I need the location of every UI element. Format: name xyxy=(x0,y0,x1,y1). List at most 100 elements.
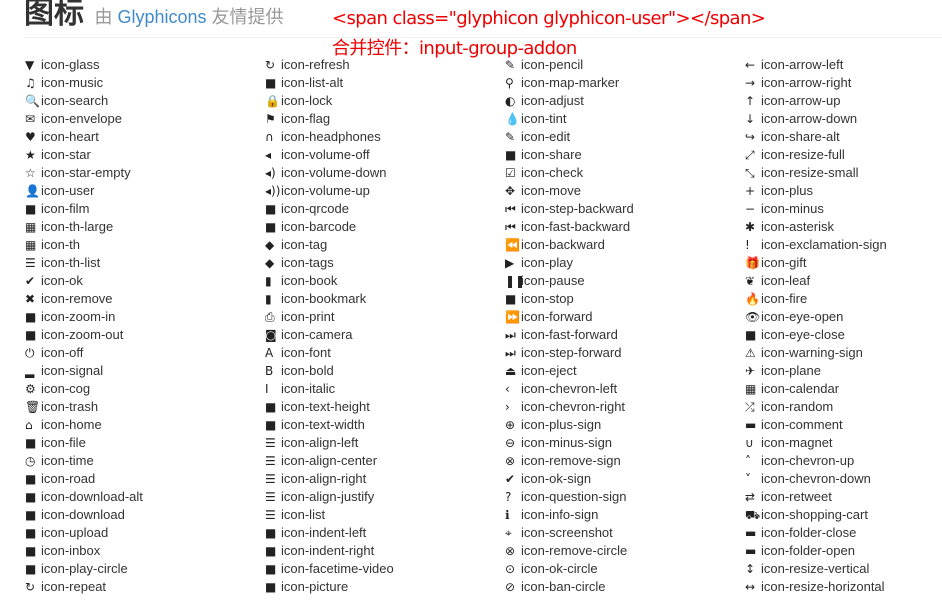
icon-item-file[interactable]: ■ icon-file xyxy=(24,434,264,452)
icon-item-flag[interactable]: ⚑ icon-flag xyxy=(264,110,504,128)
icon-item-film[interactable]: ■ icon-film xyxy=(24,200,264,218)
icon-item-download[interactable]: ■ icon-download xyxy=(24,506,264,524)
icon-item-arrow-left[interactable]: ← icon-arrow-left xyxy=(744,56,942,74)
icon-item-zoom-out[interactable]: ■ icon-zoom-out xyxy=(24,326,264,344)
icon-item-move[interactable]: ✥ icon-move xyxy=(504,182,744,200)
icon-item-print[interactable]: ⎙ icon-print xyxy=(264,308,504,326)
icon-item-comment[interactable]: ▬ icon-comment xyxy=(744,416,942,434)
icon-item-road[interactable]: ■ icon-road xyxy=(24,470,264,488)
icon-item-edit[interactable]: ✎ icon-edit xyxy=(504,128,744,146)
icon-item-fire[interactable]: 🔥 icon-fire xyxy=(744,290,942,308)
icon-item-indent-left[interactable]: ■ icon-indent-left xyxy=(264,524,504,542)
icon-item-fast-forward[interactable]: ⏭ icon-fast-forward xyxy=(504,326,744,344)
icon-item-folder-open[interactable]: ▬ icon-folder-open xyxy=(744,542,942,560)
icon-item-chevron-down[interactable]: ˅ icon-chevron-down xyxy=(744,470,942,488)
icon-item-bookmark[interactable]: ▮ icon-bookmark xyxy=(264,290,504,308)
icon-item-barcode[interactable]: ■ icon-barcode xyxy=(264,218,504,236)
icon-item-eye-close[interactable]: ■ icon-eye-close xyxy=(744,326,942,344)
icon-item-cog[interactable]: ⚙ icon-cog xyxy=(24,380,264,398)
icon-item-star[interactable]: ★ icon-star xyxy=(24,146,264,164)
icon-item-qrcode[interactable]: ■ icon-qrcode xyxy=(264,200,504,218)
icon-item-align-center[interactable]: ☰ icon-align-center xyxy=(264,452,504,470)
icon-item-resize-full[interactable]: ⤢ icon-resize-full xyxy=(744,146,942,164)
icon-item-zoom-in[interactable]: ■ icon-zoom-in xyxy=(24,308,264,326)
icon-item-align-right[interactable]: ☰ icon-align-right xyxy=(264,470,504,488)
icon-item-leaf[interactable]: ❦ icon-leaf xyxy=(744,272,942,290)
icon-item-upload[interactable]: ■ icon-upload xyxy=(24,524,264,542)
icon-item-arrow-down[interactable]: ↓ icon-arrow-down xyxy=(744,110,942,128)
icon-item-bold[interactable]: Bicon-bold xyxy=(264,362,504,380)
icon-item-heart[interactable]: ♥ icon-heart xyxy=(24,128,264,146)
icon-item-repeat[interactable]: ↻ icon-repeat xyxy=(24,578,264,596)
icon-item-arrow-up[interactable]: ↑ icon-arrow-up xyxy=(744,92,942,110)
icon-item-headphones[interactable]: ∩ icon-headphones xyxy=(264,128,504,146)
icon-item-music[interactable]: ♫ icon-music xyxy=(24,74,264,92)
glyphicons-link[interactable]: Glyphicons xyxy=(117,7,206,27)
icon-item-envelope[interactable]: ✉ icon-envelope xyxy=(24,110,264,128)
icon-item-chevron-up[interactable]: ˄ icon-chevron-up xyxy=(744,452,942,470)
icon-item-ok[interactable]: ✔ icon-ok xyxy=(24,272,264,290)
icon-item-shopping-cart[interactable]: ⛟ icon-shopping-cart xyxy=(744,506,942,524)
icon-item-user[interactable]: 👤 icon-user xyxy=(24,182,264,200)
icon-item-step-forward[interactable]: ⏭ icon-step-forward xyxy=(504,344,744,362)
icon-item-text-height[interactable]: ■ icon-text-height xyxy=(264,398,504,416)
icon-item-plane[interactable]: ✈ icon-plane xyxy=(744,362,942,380)
icon-item-play[interactable]: ▶ icon-play xyxy=(504,254,744,272)
icon-item-facetime-video[interactable]: ■ icon-facetime-video xyxy=(264,560,504,578)
icon-item-th-list[interactable]: ☰ icon-th-list xyxy=(24,254,264,272)
icon-item-time[interactable]: ◷ icon-time xyxy=(24,452,264,470)
icon-item-minus-sign[interactable]: ⊖ icon-minus-sign xyxy=(504,434,744,452)
icon-item-italic[interactable]: Iicon-italic xyxy=(264,380,504,398)
icon-item-retweet[interactable]: ⇄ icon-retweet xyxy=(744,488,942,506)
icon-item-ban-circle[interactable]: ⊘ icon-ban-circle xyxy=(504,578,744,596)
icon-item-folder-close[interactable]: ▬ icon-folder-close xyxy=(744,524,942,542)
icon-item-ok-sign[interactable]: ✔ icon-ok-sign xyxy=(504,470,744,488)
icon-item-download-alt[interactable]: ■ icon-download-alt xyxy=(24,488,264,506)
icon-item-align-justify[interactable]: ☰ icon-align-justify xyxy=(264,488,504,506)
icon-item-share[interactable]: ■ icon-share xyxy=(504,146,744,164)
icon-item-list[interactable]: ☰ icon-list xyxy=(264,506,504,524)
icon-item-star-empty[interactable]: ☆ icon-star-empty xyxy=(24,164,264,182)
icon-item-resize-vertical[interactable]: ↕ icon-resize-vertical xyxy=(744,560,942,578)
icon-item-remove[interactable]: ✖ icon-remove xyxy=(24,290,264,308)
icon-item-screenshot[interactable]: ⌖ icon-screenshot xyxy=(504,524,744,542)
icon-item-align-left[interactable]: ☰ icon-align-left xyxy=(264,434,504,452)
icon-item-list-alt[interactable]: ■ icon-list-alt xyxy=(264,74,504,92)
icon-item-ok-circle[interactable]: ⊙ icon-ok-circle xyxy=(504,560,744,578)
icon-item-th[interactable]: ▦ icon-th xyxy=(24,236,264,254)
icon-item-search[interactable]: 🔍 icon-search xyxy=(24,92,264,110)
icon-item-magnet[interactable]: ∪ icon-magnet xyxy=(744,434,942,452)
icon-item-chevron-left[interactable]: ‹ icon-chevron-left xyxy=(504,380,744,398)
icon-item-glass[interactable]: ▼ icon-glass xyxy=(24,56,264,74)
icon-item-tint[interactable]: 💧 icon-tint xyxy=(504,110,744,128)
icon-item-exclamation-sign[interactable]: ! icon-exclamation-sign xyxy=(744,236,942,254)
icon-item-map-marker[interactable]: ⚲ icon-map-marker xyxy=(504,74,744,92)
icon-item-question-sign[interactable]: ? icon-question-sign xyxy=(504,488,744,506)
icon-item-resize-horizontal[interactable]: ↔ icon-resize-horizontal xyxy=(744,578,942,596)
icon-item-book[interactable]: ▮ icon-book xyxy=(264,272,504,290)
icon-item-minus[interactable]: − icon-minus xyxy=(744,200,942,218)
icon-item-tags[interactable]: ◆ icon-tags xyxy=(264,254,504,272)
icon-item-volume-down[interactable]: ◂) icon-volume-down xyxy=(264,164,504,182)
icon-item-info-sign[interactable]: ℹ icon-info-sign xyxy=(504,506,744,524)
icon-item-share-alt[interactable]: ↪ icon-share-alt xyxy=(744,128,942,146)
icon-item-font[interactable]: Aicon-font xyxy=(264,344,504,362)
icon-item-check[interactable]: ☑ icon-check xyxy=(504,164,744,182)
icon-item-forward[interactable]: ⏩ icon-forward xyxy=(504,308,744,326)
icon-item-fast-backward[interactable]: ⏮ icon-fast-backward xyxy=(504,218,744,236)
icon-item-chevron-right[interactable]: › icon-chevron-right xyxy=(504,398,744,416)
icon-item-play-circle[interactable]: ■ icon-play-circle xyxy=(24,560,264,578)
icon-item-arrow-right[interactable]: → icon-arrow-right xyxy=(744,74,942,92)
icon-item-th-large[interactable]: ▦ icon-th-large xyxy=(24,218,264,236)
icon-item-random[interactable]: ⤮ icon-random xyxy=(744,398,942,416)
icon-item-eye-open[interactable]: 👁 icon-eye-open xyxy=(744,308,942,326)
icon-item-adjust[interactable]: ◐ icon-adjust xyxy=(504,92,744,110)
icon-item-remove-circle[interactable]: ⊗ icon-remove-circle xyxy=(504,542,744,560)
icon-item-off[interactable]: ⏻ icon-off xyxy=(24,344,264,362)
icon-item-lock[interactable]: 🔒 icon-lock xyxy=(264,92,504,110)
icon-item-plus-sign[interactable]: ⊕ icon-plus-sign xyxy=(504,416,744,434)
icon-item-trash[interactable]: 🗑 icon-trash xyxy=(24,398,264,416)
icon-item-indent-right[interactable]: ■ icon-indent-right xyxy=(264,542,504,560)
icon-item-remove-sign[interactable]: ⊗ icon-remove-sign xyxy=(504,452,744,470)
icon-item-inbox[interactable]: ■ icon-inbox xyxy=(24,542,264,560)
